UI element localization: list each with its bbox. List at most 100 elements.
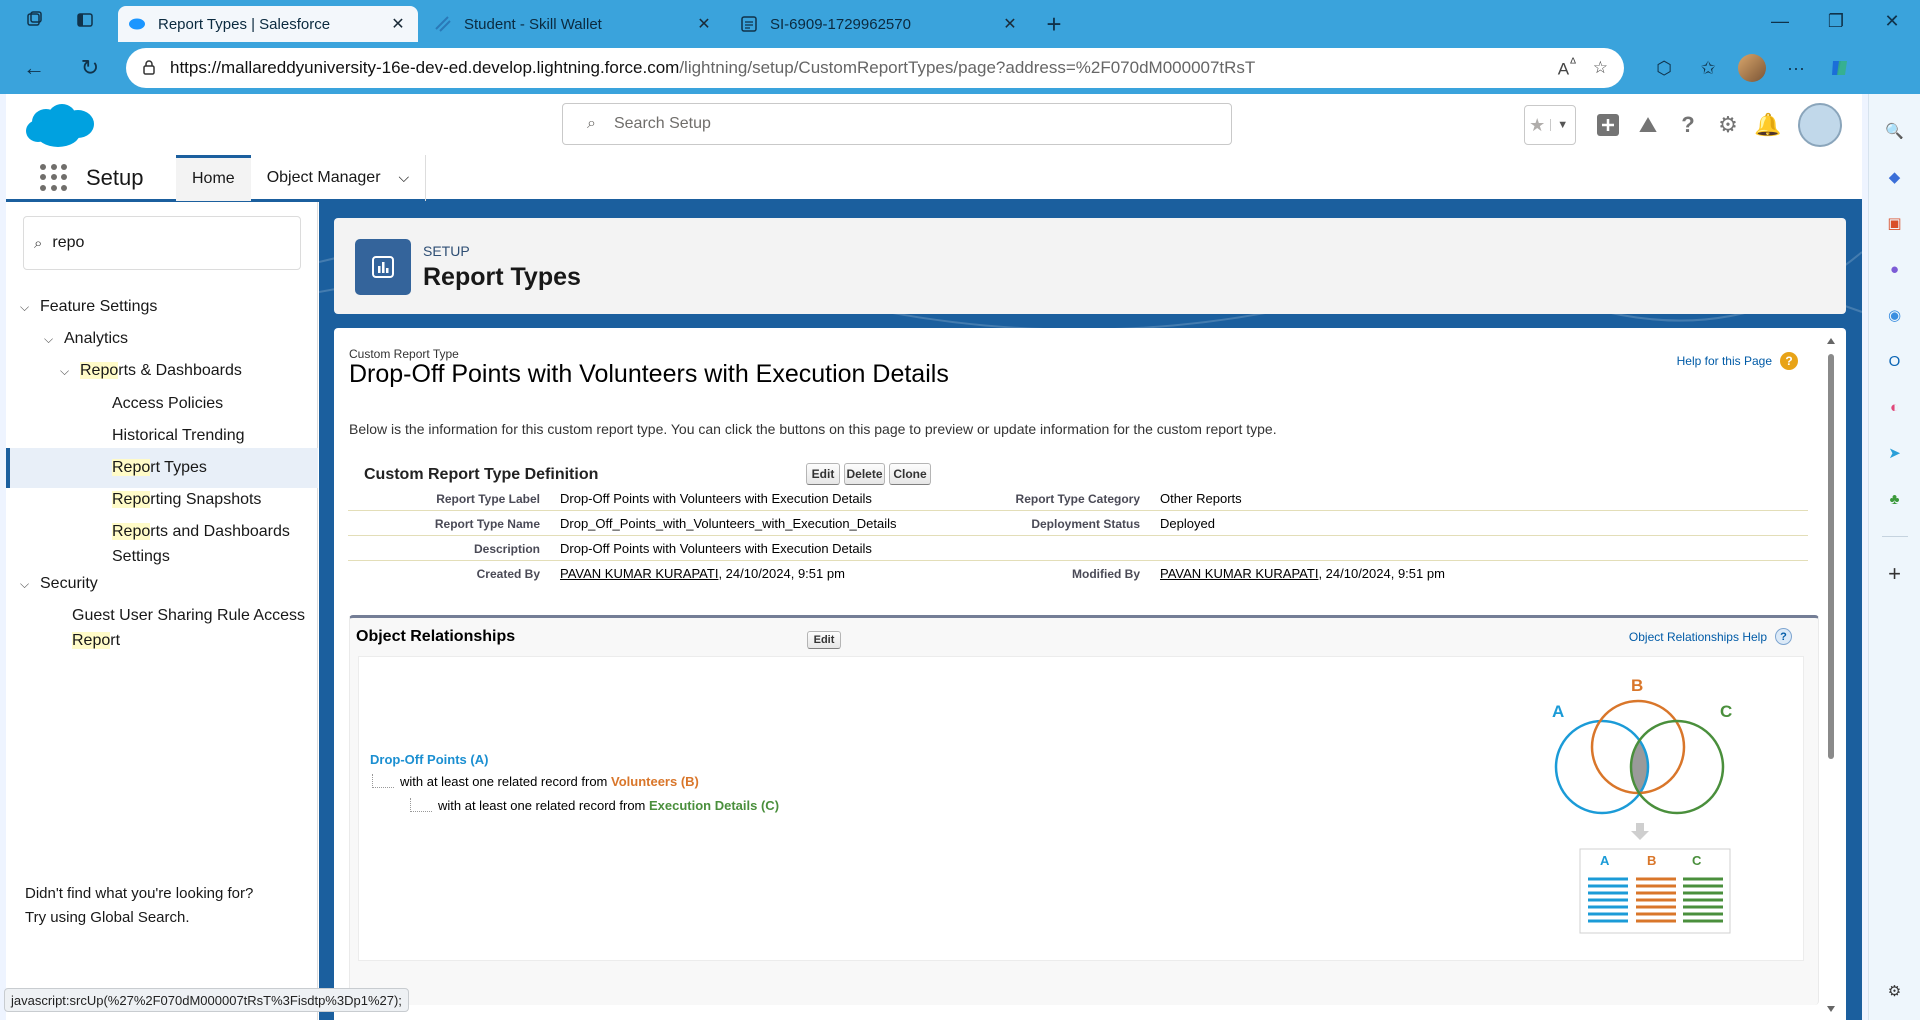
chevron-down-icon[interactable]: ⌵ (60, 359, 80, 384)
venn-label-c: C (1720, 702, 1732, 721)
app-launcher-icon[interactable] (40, 163, 68, 192)
close-window-icon[interactable]: ✕ (1864, 0, 1920, 42)
global-actions-plus-icon[interactable] (1588, 105, 1628, 145)
user-avatar[interactable] (1798, 103, 1842, 147)
tree-item-label: Security (40, 575, 98, 592)
tree-item-security[interactable]: ⌵ Security (20, 571, 98, 597)
help-question-icon[interactable]: ? (1775, 628, 1792, 645)
edit-button[interactable]: Edit (806, 463, 840, 485)
browser-lead-icons (0, 0, 118, 42)
tab-actions-icon[interactable] (76, 11, 94, 32)
chevron-down-icon[interactable]: ⌵ (20, 295, 40, 320)
restore-icon[interactable]: ❐ (1808, 0, 1864, 42)
tools-icon[interactable]: ▣ (1879, 207, 1911, 239)
tree-item-label: Guest User Sharing Rule Access (72, 607, 305, 624)
favorites-menu-chevron-icon[interactable]: ▼ (1549, 119, 1576, 131)
notifications-bell-icon[interactable]: 🔔 (1748, 105, 1788, 145)
help-for-page-link[interactable]: Help for this Page? (1677, 352, 1798, 370)
field-label: Report Type Category (1015, 492, 1140, 506)
tree-item-label-line2: Settings (112, 548, 170, 565)
tree-item-reports-dashboards[interactable]: ⌵ Reports & Dashboards (60, 358, 242, 384)
settings-gear-icon[interactable]: ⚙ (1879, 975, 1911, 1007)
detail-title: Drop-Off Points with Volunteers with Exe… (349, 360, 949, 388)
quick-find-value: repo (52, 234, 85, 251)
read-aloud-icon[interactable]: Aᐞ (1558, 56, 1577, 80)
shopping-tag-icon[interactable]: ◆ (1879, 161, 1911, 193)
clone-button[interactable]: Clone (889, 463, 931, 485)
created-by-value: PAVAN KUMAR KURAPATI, 24/10/2024, 9:51 p… (560, 566, 845, 581)
url-field[interactable]: https://mallareddyuniversity-16e-dev-ed.… (126, 48, 1624, 88)
vertical-scrollbar[interactable] (1826, 336, 1836, 1016)
no-results-line1: Didn't find what you're looking for? (25, 885, 254, 902)
tree-item-reporting-snapshots[interactable]: Reporting Snapshots (112, 487, 261, 512)
extensions-icon[interactable]: ⬡ (1642, 48, 1686, 88)
no-results-hint: Didn't find what you're looking for? Try… (25, 882, 253, 930)
search-setup-input[interactable]: ⌕ Search Setup (562, 103, 1232, 145)
tab-object-manager-label: Object Manager (266, 168, 381, 186)
back-arrow-icon[interactable]: ← (12, 48, 56, 88)
trailhead-guide-icon[interactable]: ⛰ (1628, 105, 1668, 145)
more-options-icon[interactable]: ··· (1774, 48, 1818, 88)
tree-item-reports-dashboards-settings[interactable]: Reports and Dashboards Settings (112, 519, 290, 569)
page-title: Report Types (423, 263, 581, 291)
browser-tab-skill-wallet[interactable]: Student - Skill Wallet ✕ (424, 6, 724, 42)
salesforce-logo[interactable] (22, 100, 98, 152)
tab-home[interactable]: Home (176, 154, 251, 201)
global-header: ⌕ Search Setup ★ ▼ ⛰ ? ⚙ 🔔 (6, 94, 1862, 156)
tree-item-report-types[interactable]: Report Types (6, 448, 318, 488)
chevron-down-icon[interactable]: ⌵ (20, 572, 40, 597)
relationships-edit-button[interactable]: Edit (807, 631, 841, 649)
created-by-date: , 24/10/2024, 9:51 pm (718, 566, 845, 581)
close-tab-icon[interactable]: ✕ (388, 14, 408, 34)
help-question-icon[interactable]: ? (1780, 352, 1798, 370)
search-icon[interactable]: 🔍 (1879, 115, 1911, 147)
browser-tab-report-types[interactable]: Report Types | Salesforce ✕ (118, 6, 418, 42)
modified-by-user-link[interactable]: PAVAN KUMAR KURAPATI (1160, 566, 1318, 581)
add-icon[interactable]: + (1879, 558, 1911, 590)
setup-gear-icon[interactable]: ⚙ (1708, 105, 1748, 145)
outlook-icon[interactable]: O (1879, 345, 1911, 377)
tree-item-historical-trending[interactable]: Historical Trending (112, 423, 245, 448)
close-tab-icon[interactable]: ✕ (694, 14, 714, 34)
tree-item-feature-settings[interactable]: ⌵ Feature Settings (20, 294, 157, 320)
close-tab-icon[interactable]: ✕ (1000, 14, 1020, 34)
table-col-c: C (1692, 853, 1702, 868)
app-name: Setup (86, 164, 144, 190)
tab-object-manager[interactable]: Object Manager ⌵ (251, 154, 427, 201)
help-question-icon[interactable]: ? (1668, 105, 1708, 145)
relationships-help-link[interactable]: Object Relationships Help? (1629, 628, 1792, 645)
tree-item-analytics[interactable]: ⌵ Analytics (44, 326, 128, 352)
tree-item-access-policies[interactable]: Access Policies (112, 391, 223, 416)
created-by-user-link[interactable]: PAVAN KUMAR KURAPATI (560, 566, 718, 581)
favorite-star-icon[interactable]: ☆ (1593, 58, 1608, 78)
browser-tab-si[interactable]: SI-6909-1729962570 ✕ (730, 6, 1030, 42)
tab-label: Report Types | Salesforce (158, 15, 331, 33)
telegram-icon[interactable]: ➤ (1879, 437, 1911, 469)
no-results-line2: Try using Global Search. (25, 909, 190, 926)
lock-icon[interactable] (142, 59, 156, 78)
browser-address-bar: ← ↻ https://mallareddyuniversity-16e-dev… (0, 42, 1920, 94)
favorites-button-group[interactable]: ★ ▼ (1524, 105, 1576, 145)
primary-object-link[interactable]: Drop-Off Points (A) (370, 752, 488, 767)
new-tab-button[interactable]: + (1036, 6, 1072, 42)
relationship-prefix: with at least one related record from (400, 774, 611, 789)
edge-sidebar: 🔍 ◆ ▣ ● ◉ O ◐ ➤ ♣ + ⚙ (1868, 94, 1920, 1020)
chevron-down-icon[interactable]: ⌵ (44, 327, 64, 352)
delete-button[interactable]: Delete (844, 463, 885, 485)
favorites-icon[interactable]: ✩ (1686, 48, 1730, 88)
m365-icon[interactable]: ◐ (1879, 391, 1911, 423)
favorites-star-icon[interactable]: ★ (1525, 115, 1550, 136)
quick-find-input[interactable]: ⌕ repo (23, 216, 301, 270)
tree-item-guest-user-sharing[interactable]: Guest User Sharing Rule Access Report (72, 603, 305, 653)
copilot-app-icon[interactable]: ◉ (1879, 299, 1911, 331)
copilot-icon[interactable] (1818, 48, 1862, 88)
workspaces-icon[interactable] (25, 10, 43, 32)
chevron-down-icon[interactable]: ⌵ (399, 169, 410, 186)
people-icon[interactable]: ● (1879, 253, 1911, 285)
tree-item-label: Analytics (64, 330, 129, 347)
field-label: Modified By (1072, 567, 1140, 581)
refresh-icon[interactable]: ↻ (68, 48, 112, 88)
profile-avatar[interactable] (1738, 54, 1766, 82)
minimize-icon[interactable]: — (1752, 0, 1808, 42)
tree-app-icon[interactable]: ♣ (1879, 483, 1911, 515)
